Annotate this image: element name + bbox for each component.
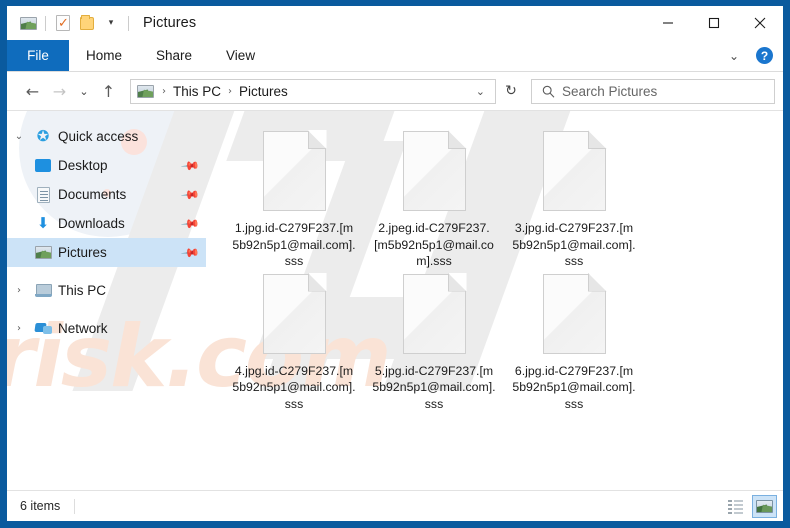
file-name: 6.jpg.id-C279F237.[m5b92n5p1@mail.com].s… [512,363,636,411]
documents-icon [31,186,55,203]
desktop-icon [31,159,55,172]
refresh-button[interactable]: ↻ [498,79,524,104]
blank-document-icon [262,272,327,354]
file-item[interactable]: 2.jpeg.id-C279F237.[m5b92n5p1@mail.com].… [364,127,504,270]
tab-file[interactable]: File [7,40,69,71]
file-item[interactable]: 4.jpg.id-C279F237.[m5b92n5p1@mail.com].s… [224,270,364,413]
chevron-right-icon[interactable]: › [7,323,31,334]
chevron-down-icon[interactable]: ⌄ [7,131,31,142]
close-button[interactable] [737,6,783,40]
breadcrumb-separator-1[interactable]: › [225,86,235,97]
pin-icon[interactable]: 📌 [180,184,200,204]
computer-icon [31,284,55,297]
file-item[interactable]: 5.jpg.id-C279F237.[m5b92n5p1@mail.com].s… [364,270,504,413]
file-list-pane[interactable]: 1.jpg.id-C279F237.[m5b92n5p1@mail.com].s… [206,111,783,490]
chevron-down-icon[interactable]: ⌄ [724,49,744,63]
file-item[interactable]: 1.jpg.id-C279F237.[m5b92n5p1@mail.com].s… [224,127,364,270]
breadcrumb-dropdown-icon[interactable]: ⌄ [468,85,493,98]
forward-button: → [52,81,67,101]
sidebar-item-network[interactable]: › Network [7,314,206,343]
address-bar: ← → ⌄ ↑ › This PC › Pictures ⌄ ↻ Search … [7,72,783,110]
large-icons-view-button[interactable] [752,494,777,518]
search-input[interactable]: Search Pictures [558,84,657,99]
breadcrumb-pictures-icon [137,84,154,98]
new-folder-icon[interactable] [75,12,99,34]
window-controls [645,6,783,40]
title-bar: ✓ ▾ Pictures [7,6,783,40]
view-mode-buttons [723,494,777,518]
properties-icon[interactable]: ✓ [51,12,75,34]
up-button[interactable]: ↑ [95,78,122,104]
blank-document-icon [262,130,327,211]
blank-document-icon [542,272,607,354]
file-grid: 1.jpg.id-C279F237.[m5b92n5p1@mail.com].s… [224,127,783,412]
help-icon[interactable]: ? [756,47,773,64]
pin-icon[interactable]: 📌 [180,213,200,233]
item-count: 6 items [20,499,61,513]
pin-icon[interactable]: 📌 [180,242,200,262]
blank-document-icon [402,130,467,211]
details-view-button[interactable] [723,495,748,518]
back-button[interactable]: ← [19,78,46,104]
star-icon: ✪ [36,127,50,145]
sidebar-item-this-pc[interactable]: › This PC [7,276,206,305]
sidebar-label-pictures: Pictures [58,245,107,260]
ribbon-right-controls: ⌄ ? [724,40,783,71]
sidebar-label-desktop: Desktop [58,158,108,173]
file-name: 5.jpg.id-C279F237.[m5b92n5p1@mail.com].s… [372,363,496,411]
tab-home[interactable]: Home [69,40,139,71]
explorer-window: ✓ ▾ Pictures File Home Share View ⌄ ? ← … [0,0,790,528]
sidebar-item-documents[interactable]: Documents 📌 [7,180,206,209]
breadcrumb[interactable]: › This PC › Pictures ⌄ [130,78,496,104]
blank-document-icon [542,130,607,211]
blank-document-icon [402,272,467,354]
pictures-icon [16,12,40,34]
recent-locations-icon[interactable]: ⌄ [73,78,95,104]
breadcrumb-this-pc[interactable]: This PC [169,84,225,99]
sidebar-label-documents: Documents [58,187,127,202]
toolbar-divider [45,15,46,31]
navigation-pane: ⌄ ✪ Quick access Desktop 📌 Documents 📌 ⬇… [7,111,206,490]
file-name: 2.jpeg.id-C279F237.[m5b92n5p1@mail.com].… [374,221,494,268]
sidebar-label-network: Network [58,321,108,336]
file-name: 1.jpg.id-C279F237.[m5b92n5p1@mail.com].s… [232,221,356,268]
quick-access-toolbar: ✓ ▾ [7,12,134,34]
pictures-icon [31,246,55,259]
network-icon [31,322,55,336]
toolbar-divider-2 [128,15,129,31]
pin-icon[interactable]: 📌 [180,155,200,175]
status-bar: 6 items [7,490,783,521]
sidebar-item-desktop[interactable]: Desktop 📌 [7,151,206,180]
file-item[interactable]: 6.jpg.id-C279F237.[m5b92n5p1@mail.com].s… [504,270,644,413]
minimize-button[interactable] [645,6,691,40]
breadcrumb-separator-0[interactable]: › [159,86,169,97]
sidebar-item-downloads[interactable]: ⬇ Downloads 📌 [7,209,206,238]
tab-view[interactable]: View [209,40,272,71]
search-icon [538,85,558,98]
file-name: 3.jpg.id-C279F237.[m5b92n5p1@mail.com].s… [512,221,636,268]
sidebar-item-quick-access[interactable]: ⌄ ✪ Quick access [7,122,206,151]
explorer-body: risk.com ⌄ ✪ Quick access Desktop 📌 Docu… [7,110,783,490]
ribbon-tabbar: File Home Share View ⌄ ? [7,40,783,71]
file-name: 4.jpg.id-C279F237.[m5b92n5p1@mail.com].s… [232,363,356,411]
breadcrumb-pictures[interactable]: Pictures [235,84,292,99]
window-title: Pictures [143,15,197,31]
sidebar-label-quick-access: Quick access [58,129,139,144]
file-item[interactable]: 3.jpg.id-C279F237.[m5b92n5p1@mail.com].s… [504,127,644,270]
maximize-button[interactable] [691,6,737,40]
customize-chevron-icon[interactable]: ▾ [99,12,123,34]
sidebar-item-pictures[interactable]: Pictures 📌 [7,238,206,267]
download-icon: ⬇ [36,214,50,232]
tab-share[interactable]: Share [139,40,209,71]
chevron-right-icon[interactable]: › [7,285,31,296]
window-inner: ✓ ▾ Pictures File Home Share View ⌄ ? ← … [7,6,783,521]
status-divider [74,498,76,514]
search-box[interactable]: Search Pictures [531,78,775,104]
sidebar-label-this-pc: This PC [58,283,107,298]
sidebar-label-downloads: Downloads [58,216,125,231]
